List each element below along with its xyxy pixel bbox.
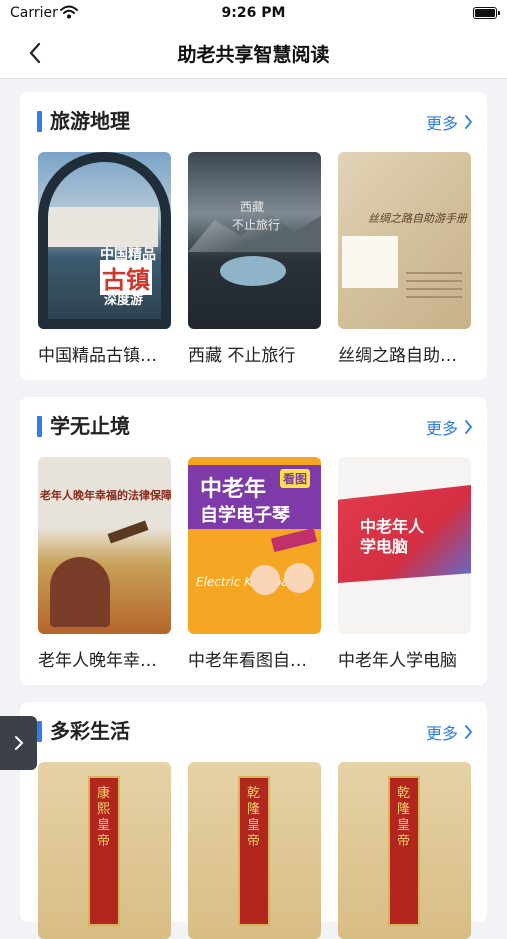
face-shape xyxy=(284,563,314,593)
chevron-right-icon xyxy=(465,420,473,434)
section-colorful-life: 多彩生活 更多 康熙皇帝 乾隆皇帝 乾隆皇帝 xyxy=(20,702,487,939)
book-card[interactable]: 中国精品 古镇 深度游 中国精品古镇深度游 xyxy=(38,152,171,366)
section-accent-bar xyxy=(37,416,42,437)
book-cover: 丝绸之路自助游手册 xyxy=(338,152,471,329)
section-accent-bar xyxy=(37,721,42,742)
book-title: 中国精品古镇深度游 xyxy=(38,346,168,366)
section-header: 旅游地理 更多 xyxy=(20,108,487,136)
more-label: 更多 xyxy=(425,419,458,438)
chevron-right-icon xyxy=(465,725,473,739)
book-cover: 乾隆皇帝 xyxy=(188,762,321,939)
status-bar: Carrier 9:26 PM xyxy=(0,0,507,28)
face-shape xyxy=(250,565,280,595)
navigation-bar: 助老共享智慧阅读 xyxy=(0,28,507,79)
people-shape xyxy=(50,557,110,627)
book-card[interactable]: 中老年 看图 自学电子琴 Electric Keyboard 中老年看图自学电子… xyxy=(188,457,321,671)
book-card[interactable]: 乾隆皇帝 xyxy=(188,762,321,939)
section-accent-bar xyxy=(37,111,42,132)
lake-shape xyxy=(220,256,286,286)
cover-badge: 看图 xyxy=(280,469,311,488)
section-title: 多彩生活 xyxy=(50,719,130,743)
clock: 9:26 PM xyxy=(221,5,286,21)
book-title: 中老年看图自学电子琴 xyxy=(188,651,318,671)
cover-text: 老年人晚年幸福的法律保障 xyxy=(40,489,171,502)
cover-text: 乾隆皇帝 xyxy=(397,786,411,849)
cover-text: 学电脑 xyxy=(360,537,409,556)
book-cover: 康熙皇帝 xyxy=(38,762,171,939)
chevron-right-icon xyxy=(14,736,23,750)
cover-text: 康熙皇帝 xyxy=(97,786,111,849)
section-travel-geography: 旅游地理 更多 中国精品 古镇 深度游 中国精品古镇深度游 西藏 不止旅行 西藏… xyxy=(20,92,487,380)
book-title: 老年人晚年幸福的法律保障 xyxy=(38,651,168,671)
section-title: 学无止境 xyxy=(50,414,130,438)
cover-photo xyxy=(342,236,398,288)
section-header: 学无止境 更多 xyxy=(20,413,487,441)
chevron-right-icon xyxy=(465,115,473,129)
cover-text: 中老年 xyxy=(200,477,267,502)
book-card[interactable]: 康熙皇帝 xyxy=(38,762,171,939)
more-button[interactable]: 更多 xyxy=(426,110,473,134)
book-cover: 中老年人 学电脑 xyxy=(338,457,471,634)
more-label: 更多 xyxy=(425,114,458,133)
book-cover: 中老年 看图 自学电子琴 Electric Keyboard xyxy=(188,457,321,634)
section-lifelong-learning: 学无止境 更多 老年人晚年幸福的法律保障 老年人晚年幸福的法律保障 中老年 看图… xyxy=(20,397,487,685)
battery-icon xyxy=(473,7,500,19)
cover-text: 自学电子琴 xyxy=(200,505,290,526)
book-cover: 中国精品 古镇 深度游 xyxy=(38,152,171,329)
book-card[interactable]: 中老年人 学电脑 中老年人学电脑 xyxy=(338,457,471,671)
cover-text: 不止旅行 xyxy=(232,218,281,232)
book-title: 丝绸之路自助游手册 xyxy=(338,346,468,366)
book-card[interactable]: 西藏 不止旅行 西藏 不止旅行 xyxy=(188,152,321,366)
book-title: 中老年人学电脑 xyxy=(338,651,457,671)
book-cover: 西藏 不止旅行 xyxy=(188,152,321,329)
book-card[interactable]: 老年人晚年幸福的法律保障 老年人晚年幸福的法律保障 xyxy=(38,457,171,671)
book-card[interactable]: 乾隆皇帝 xyxy=(338,762,471,939)
keyboard-shape xyxy=(270,527,318,553)
book-title: 西藏 不止旅行 xyxy=(188,346,296,366)
cover-lines xyxy=(406,272,462,274)
side-panel-toggle[interactable] xyxy=(0,716,37,770)
more-button[interactable]: 更多 xyxy=(426,720,473,744)
page-title: 助老共享智慧阅读 xyxy=(177,44,330,66)
cover-text: 西藏 xyxy=(240,200,265,214)
more-label: 更多 xyxy=(425,724,458,743)
section-title: 旅游地理 xyxy=(50,109,130,133)
book-cover: 乾隆皇帝 xyxy=(338,762,471,939)
book-cover: 老年人晚年幸福的法律保障 xyxy=(38,457,171,634)
cover-text: 乾隆皇帝 xyxy=(247,786,261,849)
cover-text: 丝绸之路自助游手册 xyxy=(368,212,467,225)
section-header: 多彩生活 更多 xyxy=(20,718,487,746)
gavel-shape xyxy=(107,520,149,544)
book-card[interactable]: 丝绸之路自助游手册 丝绸之路自助游手册 xyxy=(338,152,471,366)
cover-text: 深度游 xyxy=(104,293,144,308)
more-button[interactable]: 更多 xyxy=(426,415,473,439)
